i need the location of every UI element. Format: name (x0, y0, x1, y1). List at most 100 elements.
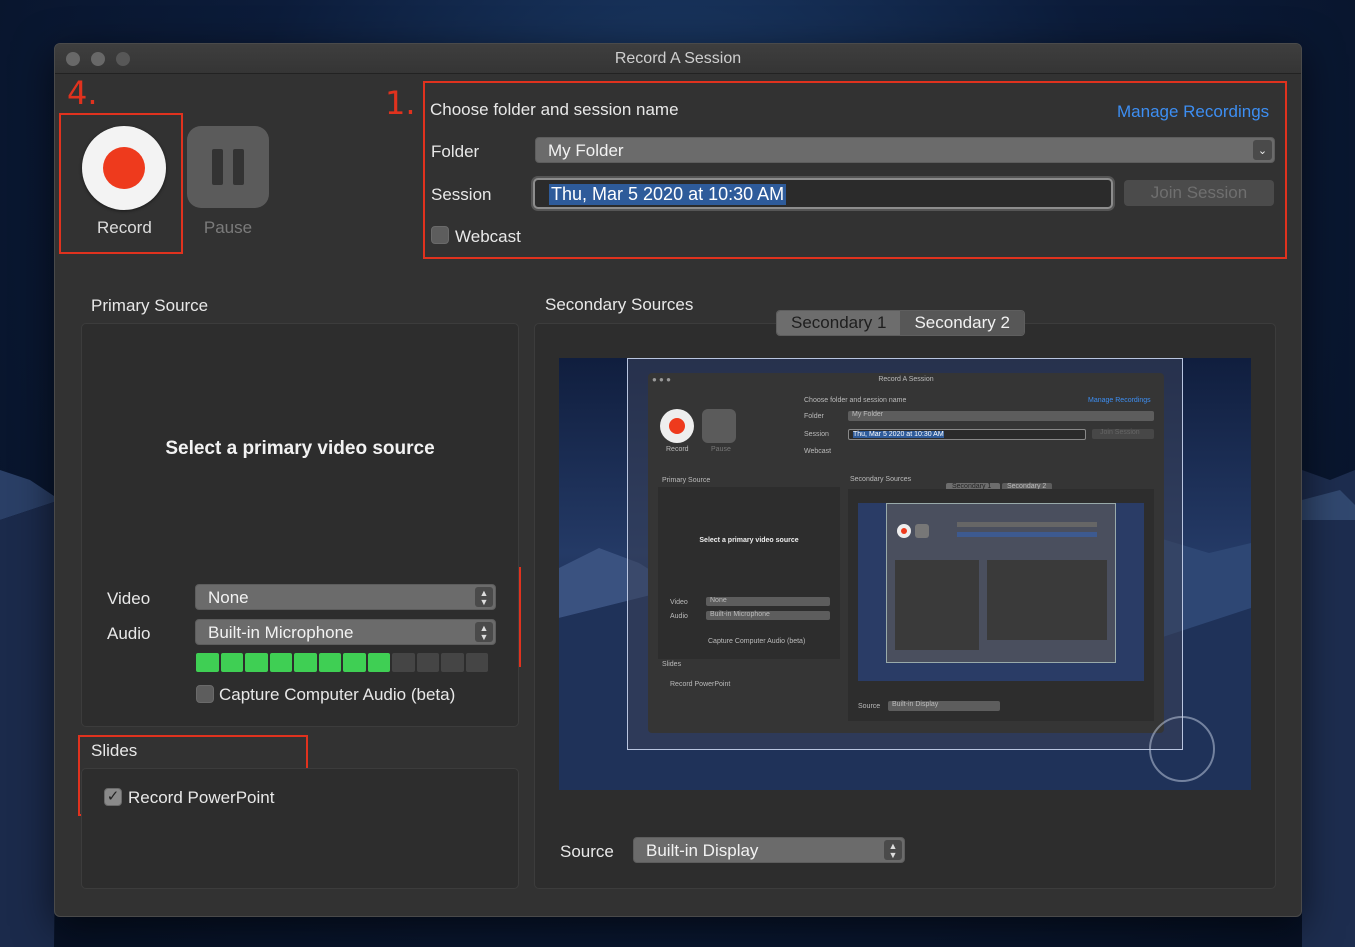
preview-nested-record (897, 524, 911, 538)
preview-record-button (660, 409, 694, 443)
meter-segment (269, 653, 292, 672)
preview-folder-label: Folder (804, 413, 824, 420)
folder-select[interactable]: My Folder ⌄ (535, 137, 1275, 163)
preview-window-title: Record A Session (878, 376, 934, 383)
preview-audio-select: Built-in Microphone (706, 611, 830, 620)
join-session-button[interactable]: Join Session (1124, 180, 1274, 206)
record-dot-icon (103, 147, 145, 189)
webcast-checkbox[interactable] (431, 226, 449, 244)
preview-window: Record A Session ● ● ● Record Pause Choo… (648, 373, 1164, 733)
meter-segment (294, 653, 317, 672)
meter-segment (245, 653, 268, 672)
record-session-window: Record A Session 4. 1. 2. 3. Record Paus… (54, 43, 1302, 917)
session-name-value: Thu, Mar 5 2020 at 10:30 AM (549, 184, 787, 205)
webcast-label: Webcast (455, 227, 521, 246)
folder-label: Folder (431, 142, 480, 161)
record-button[interactable] (82, 126, 166, 210)
annotation-number-4: 4. (67, 74, 98, 112)
preview-audio-label: Audio (670, 613, 688, 620)
audio-level-meter (196, 653, 488, 672)
preview-webcast-label: Webcast (804, 448, 832, 455)
meter-segment (367, 653, 390, 672)
preview-audio-value: Built-in Microphone (710, 611, 770, 618)
window-title: Record A Session (614, 50, 742, 67)
slides-panel (81, 768, 519, 889)
pause-button[interactable] (187, 126, 269, 208)
preview-primary-heading: Primary Source (662, 477, 711, 484)
preview-pause-label: Pause (711, 446, 731, 453)
preview-dock-widget (1149, 716, 1215, 782)
preview-video-select: None (706, 597, 830, 606)
preview-source-select: Built-in Display (888, 701, 1000, 711)
stepper-icon: ▲ ▼ (884, 840, 902, 860)
meter-segment (441, 653, 464, 672)
preview-manage-link: Manage Recordings (1088, 397, 1151, 404)
audio-value: Built-in Microphone (208, 623, 354, 642)
preview-slides-heading: Slides (662, 661, 682, 668)
tab-secondary-1[interactable]: Secondary 1 (777, 311, 901, 335)
meter-segment (196, 653, 219, 672)
preview-folder-value: My Folder (852, 411, 884, 418)
meter-segment (343, 653, 366, 672)
preview-source-value: Built-in Display (892, 701, 939, 708)
preview-nested-capture (858, 503, 1144, 681)
preview-pause-button (702, 409, 736, 443)
preview-video-label: Video (670, 599, 688, 606)
preview-join-label: Join Session (1100, 429, 1140, 436)
source-label: Source (560, 842, 614, 861)
preview-capture-label: Capture Computer Audio (beta) (708, 638, 806, 645)
preview-nested-panel (895, 560, 979, 650)
preview-join-button: Join Session (1092, 429, 1154, 439)
video-value: None (208, 588, 249, 607)
video-label: Video (107, 589, 151, 608)
pause-icon-bar (233, 149, 244, 185)
video-select[interactable]: None ▲ ▼ (195, 584, 496, 610)
preview-heading: Choose folder and session name (804, 397, 907, 404)
preview-nested-window (886, 503, 1116, 663)
chevron-down-icon: ⌄ (1253, 140, 1272, 160)
secondary-sources-heading: Secondary Sources (545, 295, 694, 314)
secondary-tabs: Secondary 1 Secondary 2 (776, 310, 1025, 336)
preview-nested-bar (957, 522, 1097, 527)
pause-label: Pause (203, 218, 253, 237)
audio-label: Audio (107, 624, 151, 643)
preview-nested-bar (957, 532, 1097, 537)
capture-computer-audio-label: Capture Computer Audio (beta) (219, 685, 456, 704)
stepper-icon: ▲ ▼ (475, 622, 493, 642)
session-name-input[interactable]: Thu, Mar 5 2020 at 10:30 AM (533, 178, 1113, 209)
pause-icon (212, 149, 223, 185)
audio-select[interactable]: Built-in Microphone ▲ ▼ (195, 619, 496, 645)
preview-record-powerpoint-label: Record PowerPoint (670, 681, 731, 688)
preview-folder-select: My Folder (848, 411, 1154, 421)
meter-segment (318, 653, 341, 672)
stepper-icon: ▲ ▼ (475, 587, 493, 607)
meter-segment (220, 653, 243, 672)
preview-primary-placeholder: Select a primary video source (699, 537, 799, 544)
capture-computer-audio-checkbox[interactable] (196, 685, 214, 703)
preview-session-value: Thu, Mar 5 2020 at 10:30 AM (853, 431, 944, 438)
preview-session-input: Thu, Mar 5 2020 at 10:30 AM (848, 429, 1086, 440)
primary-source-placeholder: Select a primary video source (165, 438, 435, 459)
session-heading: Choose folder and session name (430, 100, 679, 119)
meter-segment (416, 653, 439, 672)
preview-nested-panel (987, 560, 1107, 640)
primary-source-heading: Primary Source (91, 296, 209, 315)
folder-value: My Folder (548, 141, 624, 160)
record-label: Record (97, 218, 152, 237)
secondary-source-preview: Record A Session ● ● ● Record Pause Choo… (559, 358, 1251, 790)
manage-recordings-link[interactable]: Manage Recordings (1117, 102, 1269, 122)
preview-source-label: Source (858, 703, 881, 710)
meter-segment (392, 653, 415, 672)
tab-secondary-2[interactable]: Secondary 2 (900, 311, 1024, 335)
preview-record-dot-icon (669, 418, 685, 434)
preview-secondary-heading: Secondary Sources (850, 476, 912, 483)
preview-primary-panel (658, 487, 840, 659)
session-label: Session (431, 185, 492, 204)
record-powerpoint-label: Record PowerPoint (128, 788, 275, 807)
source-select[interactable]: Built-in Display ▲ ▼ (633, 837, 905, 863)
preview-session-label: Session (804, 431, 829, 438)
preview-traffic-lights: ● ● ● (652, 375, 671, 384)
source-value: Built-in Display (646, 841, 759, 860)
preview-nested-pause (915, 524, 929, 538)
record-powerpoint-checkbox[interactable]: ✓ (104, 788, 122, 806)
